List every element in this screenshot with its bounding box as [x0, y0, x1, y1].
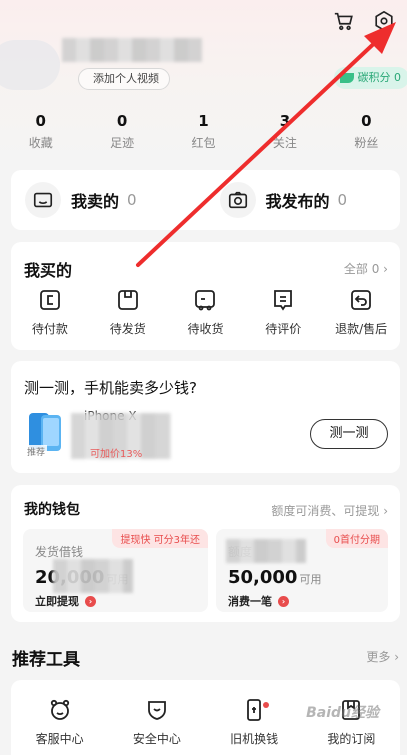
withdraw-now-button[interactable]: 立即提现 ›: [35, 593, 96, 609]
carbon-points-label: 碳积分 0: [357, 71, 402, 84]
sold-count: 0: [127, 191, 137, 209]
wallet-card: 我的钱包 额度可消费、可提现 › 提现快 可分3年还 发货借钱 20,000可用…: [11, 485, 400, 622]
published-label: 我发布的: [265, 192, 330, 211]
stat-following[interactable]: 3 关注: [244, 112, 325, 151]
add-video-button[interactable]: 添加个人视频: [78, 68, 170, 90]
pending-payment-button[interactable]: 待付款: [11, 288, 89, 337]
credit-panel[interactable]: 0首付分期 额度 50,000可用 消费一笔›: [216, 529, 388, 612]
loan-label: 发货借钱: [35, 545, 84, 559]
tools-title: 推荐工具: [12, 650, 80, 670]
spend-label: 消费一笔: [228, 595, 272, 608]
credit-tag: 0首付分期: [325, 529, 388, 548]
loan-panel[interactable]: 提现快 可分3年还 发货借钱 20,000可用 立即提现›: [23, 529, 208, 612]
blurred-loan-amount: [53, 559, 133, 593]
wallet-link[interactable]: 额度可消费、可提现 ›: [271, 502, 388, 519]
estimate-button[interactable]: 测一测: [310, 419, 388, 449]
carbon-points-badge[interactable]: 碳积分 0: [333, 67, 407, 89]
truck-icon: [195, 290, 216, 311]
package-icon: [117, 290, 138, 310]
phone-exchange-icon: [247, 699, 262, 721]
wallet-icon: [39, 290, 60, 310]
tool-label: 客服中心: [35, 732, 84, 746]
tool-label: 我的订阅: [327, 732, 376, 746]
avatar[interactable]: [0, 40, 60, 90]
stat-label: 收藏: [28, 136, 53, 150]
pending-review-button[interactable]: 待评价: [244, 288, 322, 337]
buy-item-label: 待收货: [187, 322, 224, 336]
credit-amount-value: 50,000: [228, 567, 298, 588]
stat-followers[interactable]: 0 粉丝: [326, 112, 407, 151]
published-count: 0: [337, 191, 348, 209]
blurred-credit-label: [226, 539, 306, 563]
chevron-right-icon: ›: [278, 595, 289, 607]
spend-button[interactable]: 消费一笔 ›: [228, 593, 289, 609]
price-increase-label: 可加价13%: [90, 449, 143, 460]
settings-icon[interactable]: [373, 10, 395, 32]
leaf-icon: [339, 73, 354, 83]
stat-favorites[interactable]: 0 收藏: [0, 112, 81, 151]
stat-value: 0: [116, 112, 128, 130]
stat-value: 0: [361, 112, 372, 130]
stat-history[interactable]: 0 足迹: [81, 112, 162, 151]
trade-in-button[interactable]: 旧机换钱: [206, 680, 303, 755]
buy-item-label: 退款/售后: [335, 322, 388, 336]
shield-icon: [147, 701, 166, 720]
refund-button[interactable]: 退款/售后: [322, 288, 400, 337]
comment-icon: [274, 290, 293, 311]
stat-value: 3: [279, 112, 291, 130]
buy-item-label: 待评价: [265, 322, 302, 336]
tool-label: 安全中心: [132, 732, 181, 746]
pending-shipment-button[interactable]: 待发货: [89, 288, 167, 337]
watermark: Baidu经验: [306, 705, 379, 721]
credit-unit: 可用: [299, 573, 322, 586]
buy-item-label: 待发货: [109, 322, 146, 336]
customer-service-icon: [50, 699, 69, 720]
customer-service-button[interactable]: 客服中心: [11, 680, 108, 755]
stat-red-packets[interactable]: 1 红包: [163, 112, 244, 151]
price-estimate-card: 测一测，手机能卖多少钱? 推荐 iPhone X 可加价13% 测一测: [11, 361, 400, 473]
all-orders-link[interactable]: 全部 0 ›: [344, 260, 388, 277]
chevron-right-icon: ›: [85, 595, 96, 607]
notification-dot: [262, 702, 269, 708]
sold-label: 我卖的: [71, 192, 120, 211]
credit-amount: 50,000 可用: [228, 567, 321, 588]
bought-title: 我买的: [24, 261, 73, 280]
bought-card: 我买的 全部 0 › 待付款 待发货 待收货 待评价 退款/售后: [11, 242, 400, 350]
loan-tag: 提现快 可分3年还: [112, 529, 208, 548]
security-center-button[interactable]: 安全中心: [108, 680, 205, 755]
sell-card: 我卖的 0 我发布的 0: [11, 170, 400, 230]
stat-label: 红包: [191, 136, 216, 150]
wallet-title: 我的钱包: [24, 502, 80, 518]
withdraw-label: 立即提现: [35, 595, 79, 608]
stat-value: 1: [198, 112, 209, 130]
pending-receipt-button[interactable]: 待收货: [167, 288, 245, 337]
stat-label: 粉丝: [354, 136, 379, 150]
stat-label: 足迹: [110, 136, 135, 150]
stat-value: 0: [35, 112, 46, 130]
stats-row: 0 收藏 0 足迹 1 红包 3 关注 0 粉丝: [0, 112, 407, 151]
tools-more-link[interactable]: 更多 ›: [366, 648, 399, 665]
my-published-button[interactable]: 我发布的 0: [206, 182, 401, 218]
buy-item-label: 待付款: [31, 322, 68, 336]
cart-icon[interactable]: [333, 10, 355, 32]
refund-icon: [351, 290, 371, 310]
estimate-title: 测一测，手机能卖多少钱?: [24, 379, 197, 397]
recommend-badge: 推荐: [25, 445, 48, 458]
username-blurred: [62, 38, 202, 62]
my-sold-button[interactable]: 我卖的 0: [11, 182, 206, 218]
camera-icon: [219, 182, 256, 218]
tool-label: 旧机换钱: [230, 732, 279, 746]
stat-label: 关注: [272, 136, 297, 150]
sold-box-icon: [25, 182, 61, 218]
